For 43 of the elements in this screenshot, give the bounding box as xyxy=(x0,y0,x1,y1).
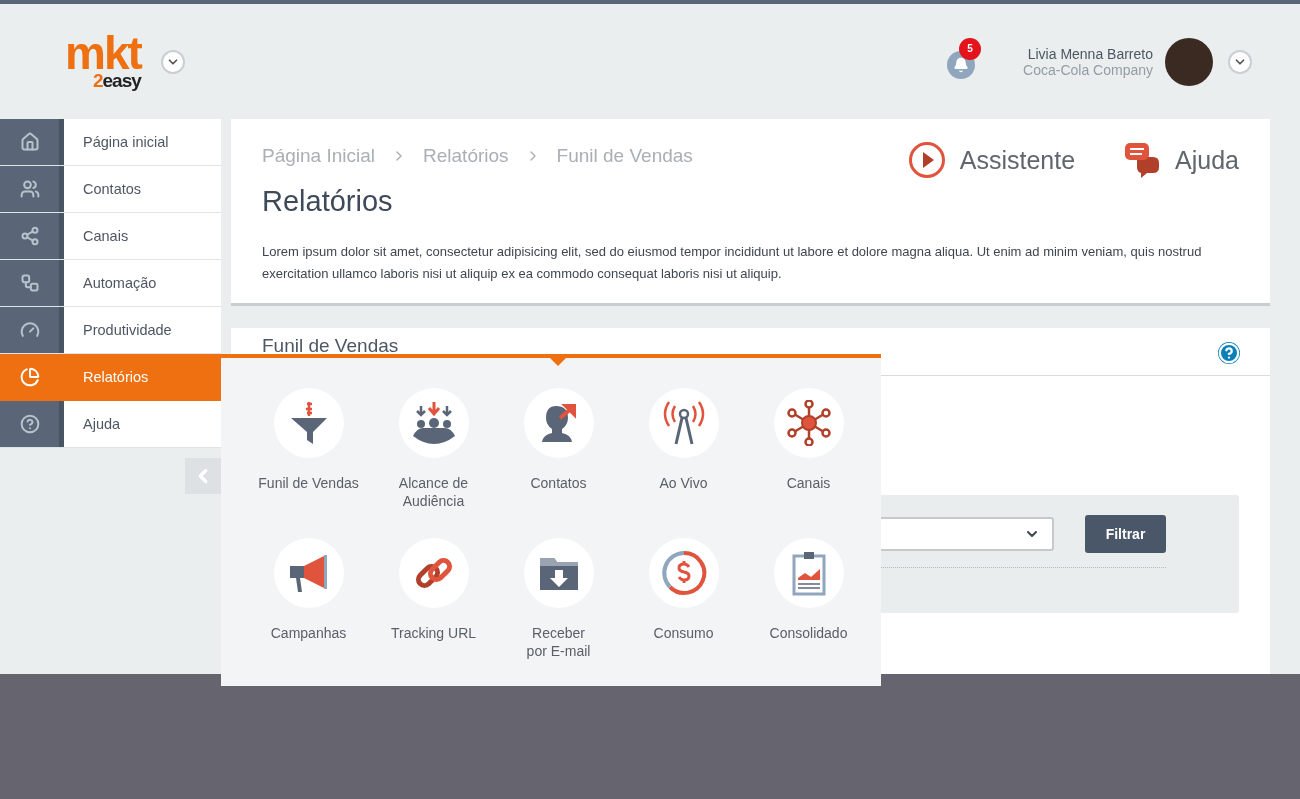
network-icon xyxy=(785,400,832,446)
user-company: Coca-Cola Company xyxy=(1023,61,1153,78)
action-button[interactable]: Ajuda xyxy=(1123,141,1239,179)
users-icon xyxy=(19,179,40,199)
menu-item-label[interactable]: Consumo xyxy=(628,624,739,642)
filter-button[interactable]: Filtrar xyxy=(1085,515,1166,553)
menu-item-label[interactable]: Contatos xyxy=(503,474,614,492)
panel-title: Funil de Vendas xyxy=(262,335,399,357)
play-icon xyxy=(907,141,946,179)
menu-item-label[interactable]: Funil de Vendas xyxy=(253,474,364,492)
menu-item-label[interactable]: Receber por E-mail xyxy=(503,624,614,660)
chat-icon xyxy=(1123,141,1162,179)
menu-item-label[interactable]: Ao Vivo xyxy=(628,474,739,492)
sidebar-item[interactable]: Produtividade xyxy=(0,307,221,354)
menu-pointer xyxy=(550,358,566,366)
avatar xyxy=(1165,37,1213,86)
flow-icon xyxy=(19,273,40,293)
pie-chart-icon xyxy=(19,367,40,387)
sidebar-item[interactable]: Contatos xyxy=(0,166,221,213)
sidebar-item[interactable]: Ajuda xyxy=(0,401,221,448)
menu-item-label[interactable]: Tracking URL xyxy=(378,624,489,642)
user-name: Livia Menna Barreto xyxy=(1027,45,1153,62)
nodes-icon xyxy=(19,226,40,246)
sidebar-item[interactable]: Automação xyxy=(0,260,221,307)
group-icon xyxy=(410,400,457,446)
logo: mkt 2easy xyxy=(65,33,141,90)
menu-item-label[interactable]: Consolidado xyxy=(753,624,864,642)
help-icon[interactable] xyxy=(1218,342,1240,364)
action-button[interactable]: Assistente xyxy=(907,141,1076,179)
help-icon xyxy=(19,414,40,434)
sidebar-item[interactable]: Canais xyxy=(0,213,221,260)
home-icon xyxy=(19,132,40,152)
menu-item-label[interactable]: Alcance de Audiência xyxy=(378,474,489,510)
menu-item-label[interactable]: Canais xyxy=(753,474,864,492)
logo-menu-button[interactable] xyxy=(160,49,185,74)
notification-badge: 5 xyxy=(959,37,982,60)
coin-icon xyxy=(660,550,707,596)
description: Lorem ipsum dolor sit amet, consectetur adipisicing elit, sed do eiusmod tempor incididunt ut labore et dolore magna aliqua. Ut enim ad minim veniam, quis nostrud exercitation ullamco laboris nisi ut aliquip ex ea commodo consequat laboris nisi ut aliquip. xyxy=(262,243,1203,283)
gauge-icon xyxy=(19,320,40,340)
sidebar-item[interactable]: Página inicial xyxy=(0,119,221,166)
page-title: Relatórios xyxy=(262,185,394,218)
user-menu-button[interactable] xyxy=(1228,49,1252,74)
menu-item-label[interactable]: Campanhas xyxy=(253,624,364,642)
